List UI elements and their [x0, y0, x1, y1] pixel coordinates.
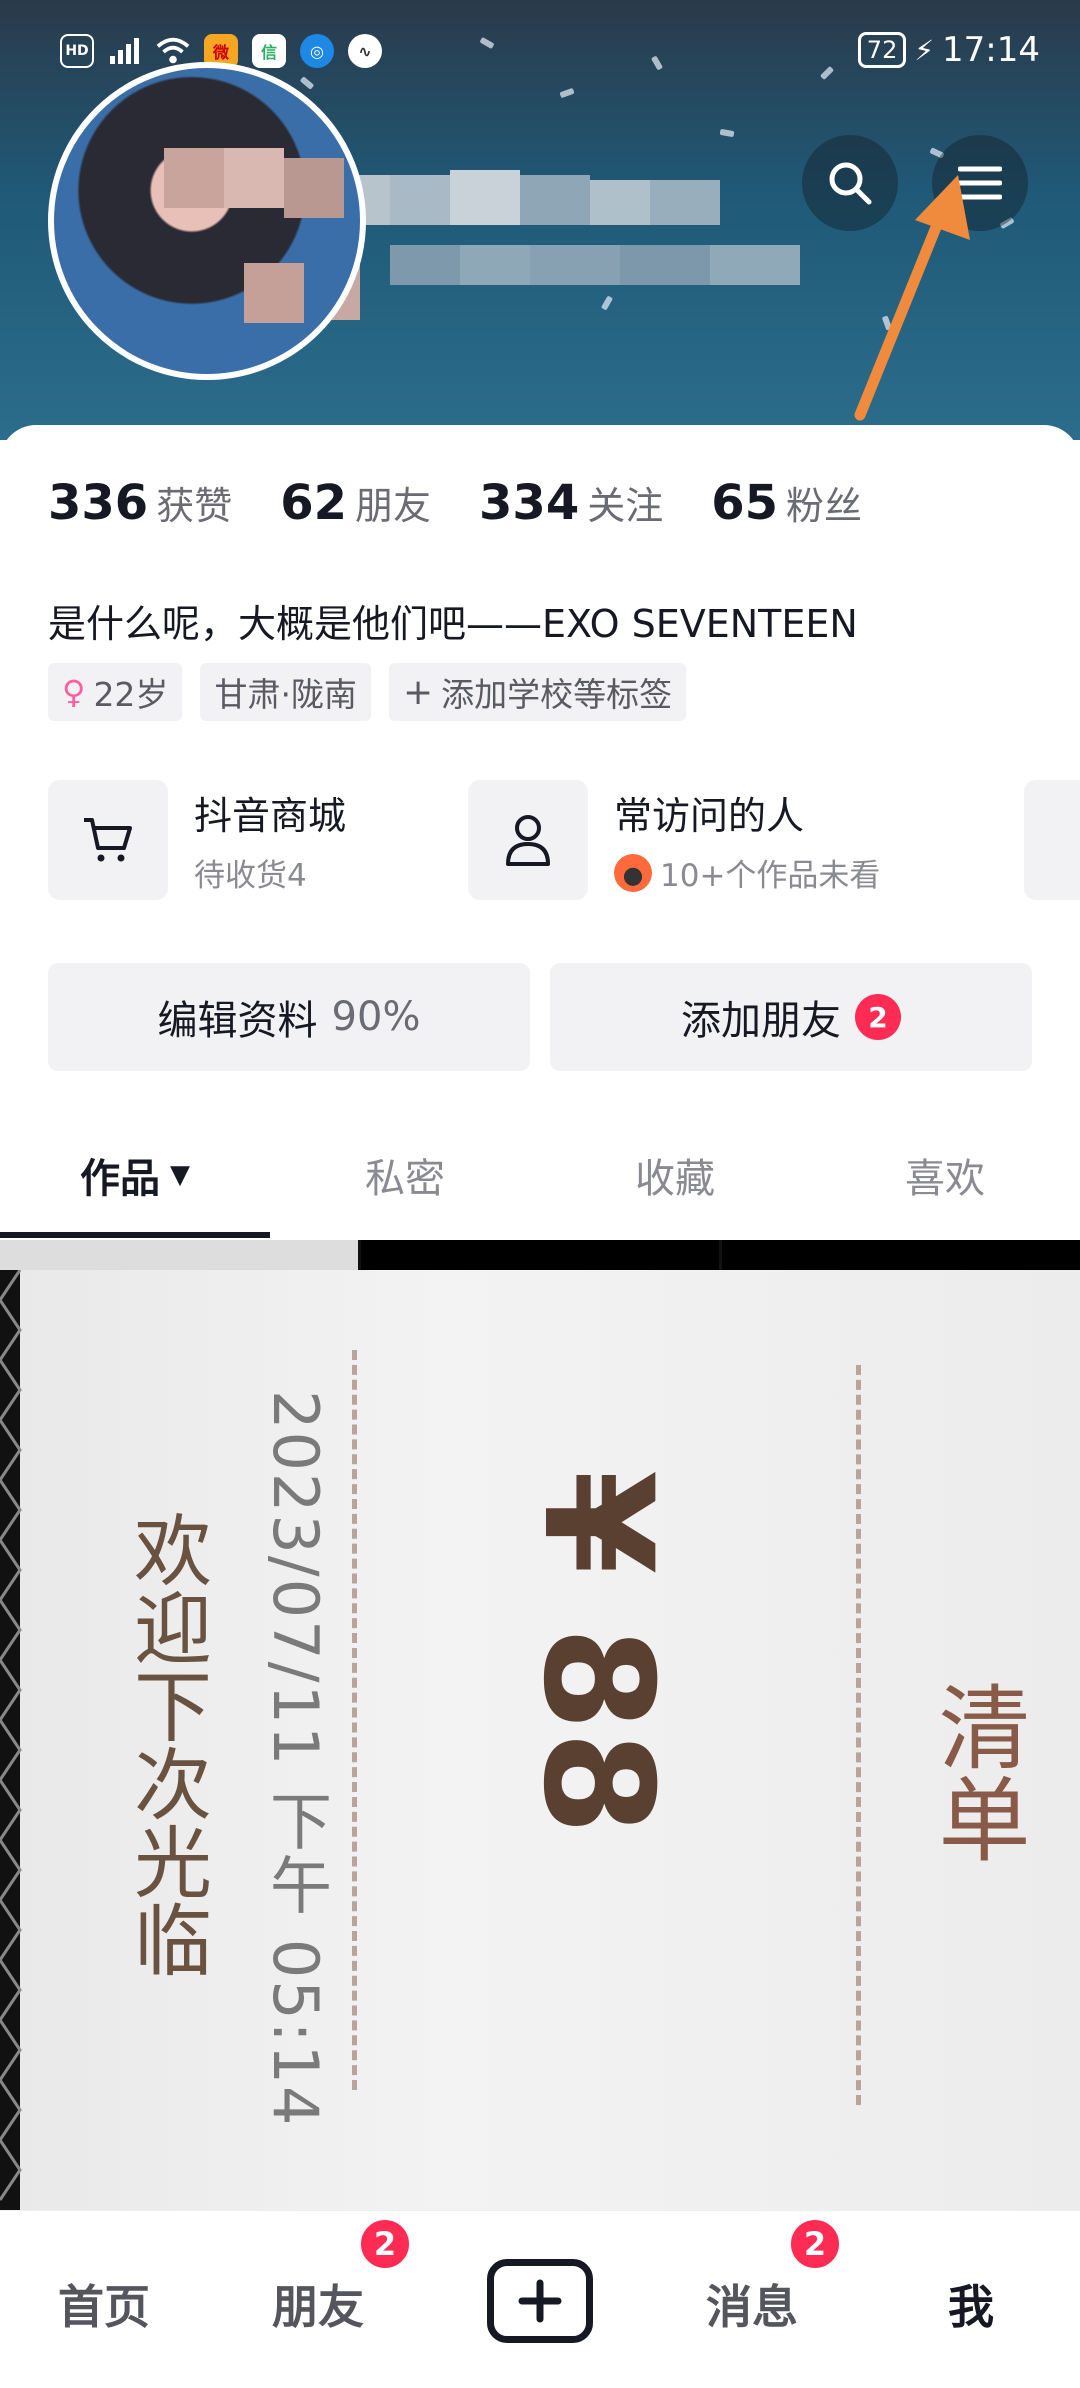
receipt-divider-right [856, 1365, 861, 2105]
grid-thumb-3[interactable] [722, 1240, 1080, 1270]
nav-messages-badge: 2 [788, 2217, 842, 2271]
charging-icon: ⚡ [914, 33, 935, 67]
cart-icon [48, 780, 168, 900]
status-icons-right: 72 ⚡ 17:14 [857, 30, 1040, 70]
plus-icon: + [402, 671, 434, 713]
tab-private[interactable]: 私密 [270, 1110, 540, 1240]
battery-icon: 72 [857, 32, 907, 68]
female-icon: ♀ [62, 673, 86, 711]
profile-stats: 336 获赞 62 朋友 334 关注 65 粉丝 [48, 475, 862, 531]
voice-icon: ∿ [348, 34, 382, 68]
frequent-visitors-entry[interactable]: 常访问的人 10+个作品未看 [468, 780, 880, 900]
annotation-arrow-icon [854, 175, 970, 421]
signal-icon [108, 34, 142, 68]
profile-bio: 是什么呢，大概是他们吧——EXO SEVENTEEN [48, 602, 858, 646]
tag-age: ♀ 22岁 [48, 663, 183, 721]
grid-thumb-2[interactable] [361, 1240, 719, 1270]
browser-icon: ◎ [300, 34, 334, 68]
avatar[interactable] [48, 62, 366, 380]
receipt-image[interactable]: 欢迎下次光临 2023/07/11 下午 05:14 ¥ 88 清单 [0, 1270, 1080, 2210]
nav-home[interactable]: 首页 [58, 2271, 150, 2337]
receipt-welcome: 欢迎下次光临 [121, 1510, 211, 1978]
receipt-datetime: 2023/07/11 下午 05:14 [259, 1390, 332, 2128]
shop-entry[interactable]: 抖音商城 待收货4 [48, 780, 346, 900]
tag-location: 甘肃·陇南 [200, 663, 371, 721]
stat-likes[interactable]: 336 获赞 [48, 475, 232, 531]
stat-friends[interactable]: 62 朋友 [280, 475, 431, 531]
tab-works[interactable]: 作品 ▼ [0, 1110, 270, 1240]
edit-profile-button[interactable]: 编辑资料 90% [48, 963, 530, 1071]
create-button[interactable] [487, 2259, 593, 2343]
visitor-avatar-icon [614, 853, 652, 892]
profile-tags: ♀ 22岁 甘肃·陇南 + 添加学校等标签 [48, 663, 687, 721]
add-friends-button[interactable]: 添加朋友 2 [550, 963, 1032, 1071]
stat-following[interactable]: 334 关注 [479, 475, 663, 531]
plus-icon [518, 2279, 562, 2323]
hd-icon: HD [60, 34, 94, 68]
torn-edge-icon [0, 1270, 22, 2201]
grid-thumb-1[interactable] [0, 1240, 358, 1270]
receipt-amount: ¥ 88 [510, 1470, 684, 1836]
works-grid: 欢迎下次光临 2023/07/11 下午 05:14 ¥ 88 清单 [0, 1240, 1080, 2210]
caret-down-icon: ▼ [170, 1160, 190, 1190]
receipt-divider-left [352, 1350, 357, 2090]
bottom-navigation: 首页 朋友 2 消息 2 我 [0, 2210, 1080, 2388]
receipt-title: 清单 [923, 1680, 1030, 1864]
nav-me[interactable]: 我 [948, 2271, 994, 2337]
status-time: 17:14 [942, 30, 1040, 70]
nav-friends-badge: 2 [358, 2217, 412, 2271]
active-tab-indicator [0, 1232, 270, 1238]
person-icon [468, 780, 588, 900]
tab-favorites[interactable]: 收藏 [540, 1110, 810, 1240]
nav-friends[interactable]: 朋友 [272, 2271, 364, 2337]
nav-messages[interactable]: 消息 [706, 2271, 798, 2337]
wechat-icon: 信 [252, 34, 286, 68]
tab-likes[interactable]: 喜欢 [810, 1110, 1080, 1240]
add-friends-badge: 2 [855, 994, 901, 1040]
add-tags-button[interactable]: + 添加学校等标签 [388, 663, 687, 721]
more-services-icon[interactable] [1024, 780, 1080, 900]
content-tabs: 作品 ▼ 私密 收藏 喜欢 [0, 1110, 1080, 1240]
stat-followers[interactable]: 65 粉丝 [711, 475, 862, 531]
